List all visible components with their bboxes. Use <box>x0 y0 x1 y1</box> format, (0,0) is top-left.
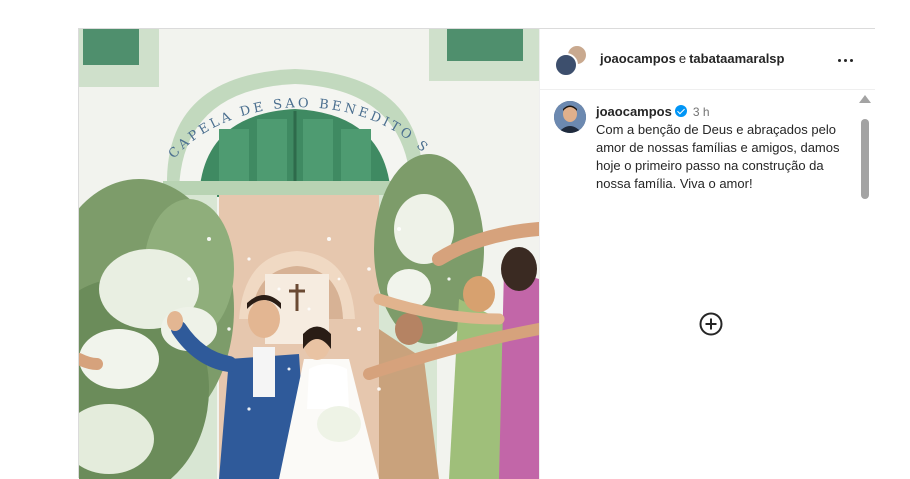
more-horizontal-icon[interactable] <box>837 51 855 69</box>
verified-badge-icon <box>674 105 687 117</box>
avatar-image <box>554 101 586 133</box>
collab-usernames: joaocampos e tabataamaralsp <box>600 51 784 66</box>
caption-username[interactable]: joaocampos <box>596 104 672 119</box>
caption-text: Com a benção de Deus e abraçados pelo am… <box>596 122 840 191</box>
conjunction-text: e <box>678 51 687 66</box>
username-link[interactable]: tabataamaralsp <box>689 51 784 66</box>
post-modal: CAPELA DE SAO BENEDITO SEC XVIII <box>78 28 875 479</box>
scrollbar-thumb[interactable] <box>861 119 869 199</box>
post-photo[interactable]: CAPELA DE SAO BENEDITO SEC XVIII <box>79 29 539 479</box>
scrollbar[interactable] <box>859 95 871 479</box>
caption-body: joaocampos 3 h Com a benção de Deus e abr… <box>596 103 842 193</box>
post-header: joaocampos e tabataamaralsp <box>540 29 875 90</box>
username-link[interactable]: joaocampos <box>600 51 676 66</box>
add-circle-icon[interactable] <box>699 312 723 336</box>
post-side-panel: joaocampos e tabataamaralsp joaocampos 3 h <box>539 29 875 479</box>
wedding-photo-illustration: CAPELA DE SAO BENEDITO SEC XVIII <box>79 29 539 479</box>
avatar <box>554 53 578 77</box>
collab-avatars[interactable] <box>554 44 588 77</box>
post-timestamp[interactable]: 3 h <box>693 105 710 119</box>
scroll-up-arrow-icon[interactable] <box>859 95 871 103</box>
avatar[interactable] <box>554 101 586 133</box>
